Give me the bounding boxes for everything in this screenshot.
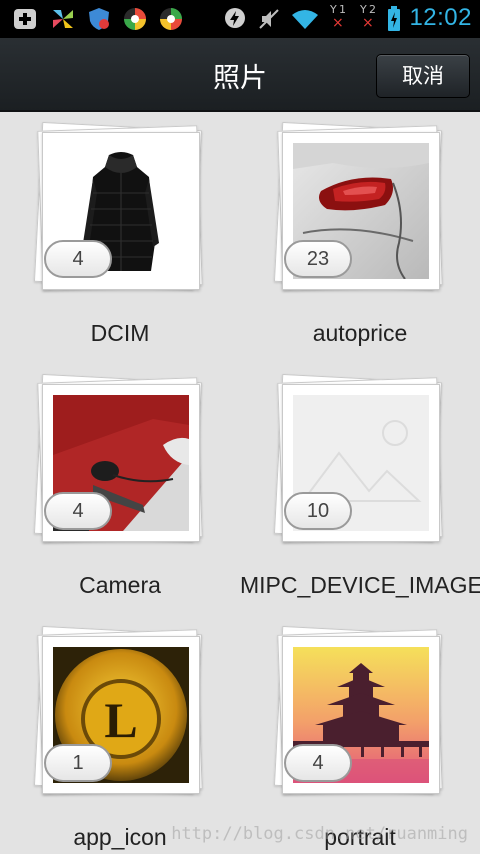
pinwheel-app-icon: [53, 10, 73, 28]
mute-icon: [259, 9, 279, 29]
album-item-portrait[interactable]: 4 portrait: [240, 616, 480, 854]
notification-plus-icon: [14, 9, 36, 29]
title-bar: 照片 取消: [0, 38, 480, 112]
status-bar: Y 1 × Y 2 × 12:02: [0, 0, 480, 38]
album-grid: 4 DCIM 23 autoprice 4 Camera 10 MIPC_DEV…: [0, 112, 480, 854]
cancel-button[interactable]: 取消: [376, 54, 470, 98]
sim2-no-signal-icon: Y 2 ×: [360, 3, 376, 31]
album-item-app-icon[interactable]: L 1 app_icon: [0, 616, 240, 854]
lightning-icon: [225, 8, 245, 28]
album-name: Camera: [79, 572, 161, 598]
shield-app-icon: [89, 8, 109, 30]
album-name: autoprice: [312, 320, 408, 346]
browser-app-icon-2: [160, 8, 182, 30]
photo-count-badge: 4: [44, 492, 112, 530]
wifi-icon: [292, 10, 318, 29]
album-name: MIPC_DEVICE_IMAGE: [240, 572, 480, 598]
svg-text:L: L: [104, 692, 137, 748]
album-item-autoprice[interactable]: 23 autoprice: [240, 112, 480, 364]
watermark: http://blog.csdn.net/ruanming: [171, 824, 468, 844]
photo-count-badge: 1: [44, 744, 112, 782]
photo-count-badge: 4: [44, 240, 112, 278]
browser-app-icon: [124, 8, 146, 30]
album-item-dcim[interactable]: 4 DCIM: [0, 112, 240, 364]
clock: 12:02: [409, 4, 472, 31]
sim1-no-signal-icon: Y 1 ×: [330, 3, 346, 31]
album-name: DCIM: [90, 320, 150, 346]
album-item-mipc-device-image[interactable]: 10 MIPC_DEVICE_IMAGE: [240, 364, 480, 616]
battery-charging-icon: [388, 6, 400, 31]
album-item-camera[interactable]: 4 Camera: [0, 364, 240, 616]
photo-count-badge: 10: [284, 492, 352, 530]
photo-count-badge: 4: [284, 744, 352, 782]
photo-count-badge: 23: [284, 240, 352, 278]
